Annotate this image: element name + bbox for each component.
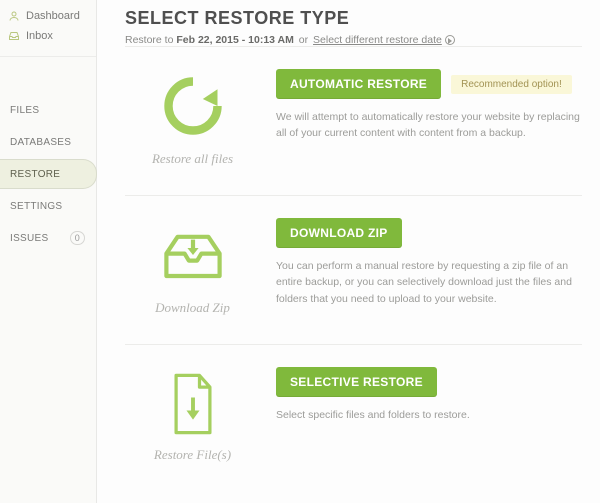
restore-prefix: Restore to <box>125 34 176 46</box>
sidebar-label: FILES <box>10 105 39 116</box>
nav-dashboard[interactable]: Dashboard <box>0 6 96 26</box>
download-zip-desc: You can perform a manual restore by requ… <box>276 258 582 307</box>
sidebar-label: ISSUES <box>10 233 48 244</box>
arrow-right-circle-icon <box>445 35 455 45</box>
selective-restore-button[interactable]: SELECTIVE RESTORE <box>276 367 437 397</box>
nav-inbox-label: Inbox <box>26 30 53 42</box>
download-tray-icon <box>158 220 228 290</box>
file-download-icon <box>167 371 219 437</box>
restore-subtitle: Restore to Feb 22, 2015 - 10:13 AM or Se… <box>125 33 582 46</box>
auto-restore-caption: Restore all files <box>125 151 260 167</box>
auto-restore-content: AUTOMATIC RESTORE Recommended option! We… <box>276 69 582 167</box>
download-zip-button[interactable]: DOWNLOAD ZIP <box>276 218 402 248</box>
recommended-badge: Recommended option! <box>451 75 572 94</box>
download-zip-caption: Download Zip <box>125 300 260 316</box>
auto-restore-desc: We will attempt to automatically restore… <box>276 109 582 142</box>
sidebar: Dashboard Inbox FILES DATABASES RESTORE … <box>0 0 97 503</box>
main: SELECT RESTORE TYPE Restore to Feb 22, 2… <box>97 0 600 503</box>
restore-cycle-icon <box>158 71 228 141</box>
issues-count-badge: 0 <box>70 231 85 245</box>
option-selective-restore: Restore File(s) SELECTIVE RESTORE Select… <box>125 344 582 491</box>
option-auto-restore: Restore all files AUTOMATIC RESTORE Reco… <box>125 46 582 195</box>
download-zip-illustration: Download Zip <box>125 218 260 316</box>
download-zip-content: DOWNLOAD ZIP You can perform a manual re… <box>276 218 582 316</box>
restore-date: Feb 22, 2015 - 10:13 AM <box>176 34 294 46</box>
nav-inbox[interactable]: Inbox <box>0 26 96 46</box>
user-icon <box>8 10 20 22</box>
selective-restore-desc: Select specific files and folders to res… <box>276 407 582 423</box>
sidebar-item-restore[interactable]: RESTORE <box>0 159 97 189</box>
selective-restore-illustration: Restore File(s) <box>125 367 260 463</box>
sidebar-item-issues[interactable]: ISSUES 0 <box>0 223 96 253</box>
sidebar-label: SETTINGS <box>10 201 62 212</box>
selective-restore-content: SELECTIVE RESTORE Select specific files … <box>276 367 582 463</box>
automatic-restore-button[interactable]: AUTOMATIC RESTORE <box>276 69 441 99</box>
sidebar-item-settings[interactable]: SETTINGS <box>0 191 96 221</box>
nav-dashboard-label: Dashboard <box>26 10 80 22</box>
select-different-date-link[interactable]: Select different restore date <box>313 34 442 46</box>
sidebar-item-databases[interactable]: DATABASES <box>0 127 96 157</box>
selective-restore-caption: Restore File(s) <box>125 447 260 463</box>
sidebar-list: FILES DATABASES RESTORE SETTINGS ISSUES … <box>0 95 96 253</box>
option-download-zip: Download Zip DOWNLOAD ZIP You can perfor… <box>125 195 582 344</box>
auto-restore-illustration: Restore all files <box>125 69 260 167</box>
sidebar-label: DATABASES <box>10 137 71 148</box>
sidebar-item-files[interactable]: FILES <box>0 95 96 125</box>
top-nav: Dashboard Inbox <box>0 0 96 57</box>
inbox-icon <box>8 30 20 42</box>
page-title: SELECT RESTORE TYPE <box>125 8 582 29</box>
or-text: or <box>294 34 313 46</box>
sidebar-label: RESTORE <box>10 169 60 180</box>
